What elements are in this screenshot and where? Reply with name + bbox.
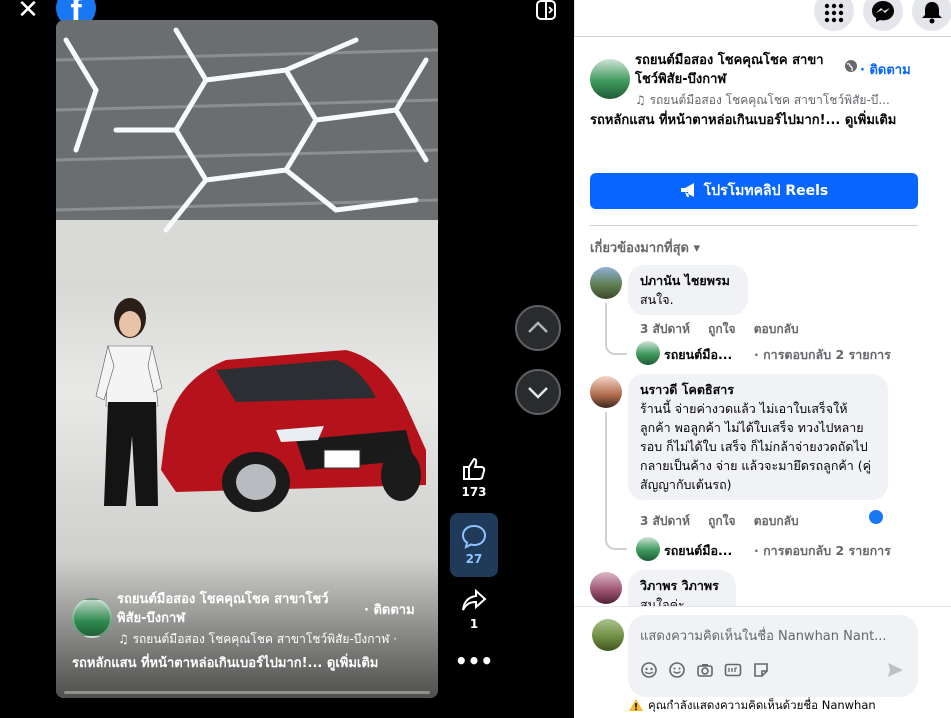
commenter-avatar[interactable] <box>590 267 622 299</box>
comment-text: ร้านนี้ จ่ายค่างวดแล้ว ไม่เอาใบเสร็จให้ล… <box>640 401 871 492</box>
megaphone-icon <box>680 183 694 197</box>
comments-scroll-area[interactable]: รถยนต์มือสอง โชคคุณโชค สาขาโชว์พิสัย-บึง… <box>574 36 951 606</box>
next-reel-button[interactable] <box>515 369 561 415</box>
like-reaction-icon[interactable] <box>867 508 885 526</box>
page-avatar[interactable] <box>590 59 630 99</box>
reply-count-link[interactable]: · การตอบกลับ 2 รายการ <box>754 345 891 365</box>
comment-author[interactable]: นราวดี โคตธิสาร <box>640 380 876 399</box>
page-name[interactable]: รถยนต์มือสอง โชคคุณโชค สาขาโชว์พิสัย-บึง… <box>635 51 835 89</box>
reply-count-link[interactable]: · การตอบกลับ 2 รายการ <box>754 541 891 561</box>
commenter-avatar[interactable] <box>590 376 622 408</box>
previous-reel-button[interactable] <box>515 305 561 351</box>
ceiling-lights <box>56 20 438 280</box>
reel-viewer: ✕ f รถยนต์มือสอง โชคคุณโชค สาขาโชว์พิสัย… <box>0 0 574 718</box>
reply-avatar[interactable] <box>636 537 660 561</box>
avatar-sticker-icon[interactable] <box>640 661 658 679</box>
post-caption[interactable]: รถหลักแสน ที่หน้าตาหล่อเกินเบอร์ไปมาก!..… <box>590 111 920 131</box>
commenting-as-notice: คุณกำลังแสดงความคิดเห็นด้วยชื่อ Nanwhan <box>648 698 876 712</box>
comment-actions: 3 สัปดาห์ ถูกใจ ตอบกลับ <box>640 320 813 339</box>
share-count: 1 <box>469 617 479 631</box>
video-progress-bar[interactable] <box>64 691 430 694</box>
thread-line <box>605 303 627 355</box>
comment-sort-dropdown[interactable]: เกี่ยวข้องมากที่สุด ▾ <box>590 237 700 258</box>
reply-author[interactable]: รถยนต์มือ... <box>664 345 732 365</box>
comment-text: สนใจ. <box>640 292 674 307</box>
comment-button[interactable]: 27 <box>450 513 498 577</box>
video-caption[interactable]: รถหลักแสน ที่หน้าตาหล่อเกินเบอร์ไปมาก!..… <box>72 652 432 673</box>
reply-avatar[interactable] <box>636 341 660 365</box>
comment-time[interactable]: 3 สัปดาห์ <box>640 514 690 528</box>
comment-author[interactable]: ปภานัน ไชยพรม <box>640 271 736 290</box>
like-button[interactable]: 173 <box>450 456 498 499</box>
details-panel: รถยนต์มือสอง โชคคุณโชค สาขาโชว์พิสัย-บึง… <box>574 0 951 718</box>
audio-label[interactable]: ♫ รถยนต์มือสอง โชคคุณโชค สาขาโชว์พิสัย-บ… <box>635 91 935 110</box>
chevron-down-icon <box>528 387 548 399</box>
thumbs-up-icon <box>463 457 486 480</box>
bell-icon[interactable] <box>912 0 951 31</box>
video-page-name[interactable]: รถยนต์มือสอง โชคคุณโชค สาขาโชว์พิสัย-บึง… <box>117 590 349 628</box>
comment-input-placeholder[interactable]: แสดงความคิดเห็นในชื่อ Nanwhan Nant... <box>640 625 910 646</box>
comment-input[interactable]: แสดงความคิดเห็นในชื่อ Nanwhan Nant... <box>628 615 918 697</box>
comment-bubble: วิภาพร วิภาพร สนใจค่ะ <box>628 570 736 606</box>
send-icon[interactable] <box>886 661 904 679</box>
menu-grid-icon[interactable] <box>814 0 854 31</box>
thread-line <box>605 412 627 550</box>
presenter <box>95 298 163 506</box>
video-page-avatar[interactable] <box>72 598 112 638</box>
reel-video[interactable]: รถยนต์มือสอง โชคคุณโชค สาขาโชว์พิสัย-บึง… <box>56 20 438 698</box>
comment-composer: แสดงความคิดเห็นในชื่อ Nanwhan Nant... คุ… <box>574 606 951 718</box>
follow-link[interactable]: · ติดตาม <box>860 59 911 80</box>
current-user-avatar[interactable] <box>592 619 624 651</box>
comment-reply-link[interactable]: ตอบกลับ <box>754 514 799 528</box>
comment-bubble: นราวดี โคตธิสาร ร้านนี้ จ่ายค่างวดแล้ว ไ… <box>628 374 888 500</box>
camera-icon[interactable] <box>696 661 714 679</box>
comment-actions: 3 สัปดาห์ ถูกใจ ตอบกลับ <box>640 512 813 531</box>
comment-reply-link[interactable]: ตอบกลับ <box>754 322 799 336</box>
sticker-icon[interactable] <box>752 661 770 679</box>
video-gradient <box>56 558 438 698</box>
messenger-icon[interactable] <box>863 0 903 31</box>
divider <box>590 225 918 226</box>
comment-count: 27 <box>465 552 483 566</box>
like-count: 173 <box>461 485 487 499</box>
promote-reels-button[interactable]: โปรโมทคลิป Reels <box>590 173 918 209</box>
sidebar-toggle-icon[interactable] <box>536 0 556 20</box>
emoji-icon[interactable] <box>668 661 686 679</box>
red-car <box>161 350 426 512</box>
gif-icon[interactable] <box>724 661 742 679</box>
video-follow-link[interactable]: · ติดตาม <box>364 599 415 620</box>
reply-author[interactable]: รถยนต์มือ... <box>664 541 732 561</box>
comment-author[interactable]: วิภาพร วิภาพร <box>640 576 724 595</box>
comment-like-link[interactable]: ถูกใจ <box>708 514 735 528</box>
close-icon[interactable]: ✕ <box>14 0 42 23</box>
comment-bubble: ปภานัน ไชยพรม สนใจ. <box>628 265 748 315</box>
warning-icon <box>629 699 643 711</box>
comment-text: สนใจค่ะ <box>640 597 685 606</box>
comment-icon <box>461 524 487 549</box>
chevron-up-icon <box>528 321 548 333</box>
commenter-avatar[interactable] <box>590 572 622 604</box>
more-options-icon[interactable]: ••• <box>450 651 498 671</box>
top-bar <box>574 0 951 36</box>
comment-time[interactable]: 3 สัปดาห์ <box>640 322 690 336</box>
composer-tools <box>640 661 770 681</box>
globe-icon <box>845 60 857 72</box>
comment-like-link[interactable]: ถูกใจ <box>708 322 735 336</box>
promote-label: โปรโมทคลิป Reels <box>703 183 829 199</box>
video-audio-label[interactable]: ♫ รถยนต์มือสอง โชคคุณโชค สาขาโชว์พิสัย-บ… <box>118 630 434 649</box>
share-button[interactable]: 1 <box>450 588 498 631</box>
share-icon <box>462 588 487 611</box>
